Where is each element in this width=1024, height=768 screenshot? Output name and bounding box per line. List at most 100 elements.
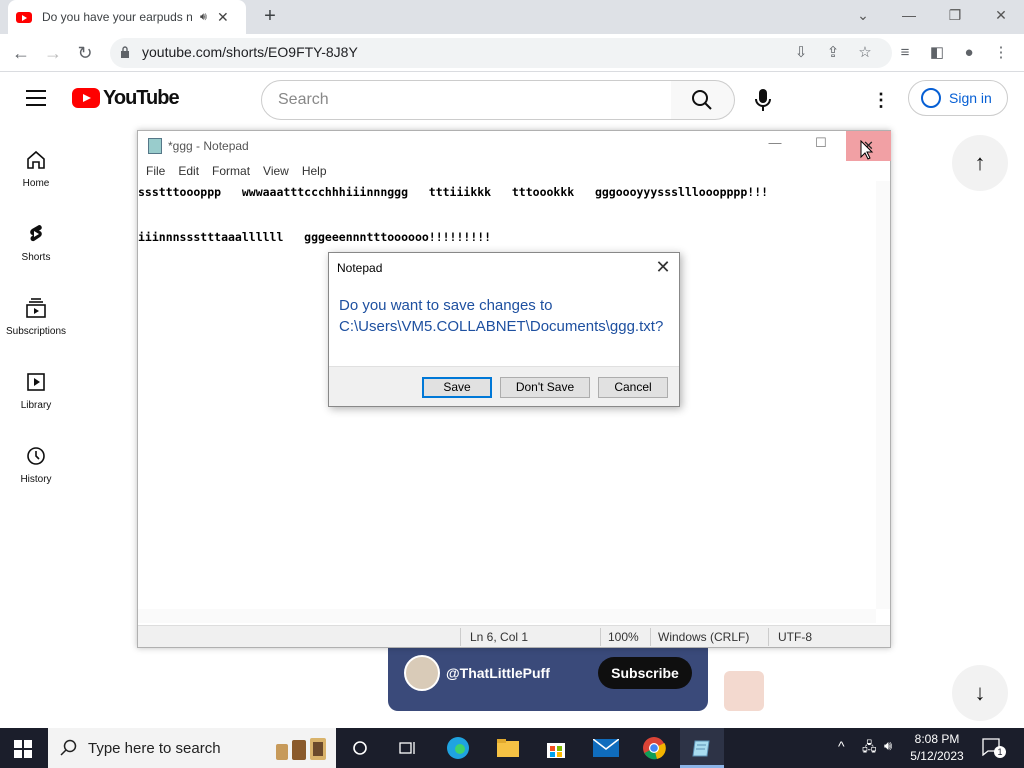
taskbar-notepad[interactable] (680, 728, 724, 768)
dialog-message-line1: Do you want to save changes to (339, 297, 553, 314)
bookmark-star-icon[interactable]: ☆ (854, 42, 876, 64)
notepad-maximize-button[interactable]: ☐ (806, 135, 836, 157)
task-view-icon-button[interactable] (386, 728, 430, 768)
tab-title: Do you have your earpuds n (42, 10, 192, 24)
youtube-logo-text[interactable]: YouTube (103, 87, 180, 110)
folder-icon (497, 739, 519, 757)
volume-icon[interactable]: 🔊︎ (884, 738, 892, 754)
dialog-title: Notepad (337, 261, 383, 275)
share-icon[interactable]: ⇪ (822, 42, 844, 64)
windows-taskbar: Type here to search ^ 🖧︎ 🔊︎ 8:08 PM 5/12… (0, 728, 1024, 768)
shorts-icon (30, 225, 42, 242)
speaker-icon[interactable]: 🔊︎ (200, 11, 207, 24)
windows-start-icon[interactable] (14, 740, 32, 758)
tab-close-icon[interactable]: ✕ (217, 9, 229, 26)
settings-more-icon[interactable]: ⋮ (872, 90, 890, 110)
address-bar[interactable]: youtube.com/shorts/EO9FTY-8J8Y ⇩ ⇪ ☆ (110, 38, 892, 68)
notepad-title: *ggg - Notepad (168, 139, 249, 153)
save-button[interactable]: Save (422, 377, 492, 398)
status-zoom: 100% (608, 630, 639, 644)
task-view-button[interactable] (338, 728, 382, 768)
browser-close-button[interactable]: ✕ (981, 4, 1021, 28)
reload-icon[interactable]: ↻ (74, 42, 96, 64)
notepad-menubar: File Edit Format View Help (138, 161, 890, 181)
taskbar-clock[interactable]: 8:08 PM 5/12/2023 (906, 731, 968, 765)
tray-chevron-icon[interactable]: ^ (838, 738, 845, 754)
sign-in-label: Sign in (949, 90, 992, 106)
menu-help[interactable]: Help (302, 161, 327, 181)
tab-search-icon[interactable]: ⌄ (843, 4, 883, 28)
sidebar-item-history[interactable]: History (0, 444, 72, 504)
taskbar-store[interactable] (534, 728, 578, 768)
browser-minimize-button[interactable]: — (889, 4, 929, 28)
search-input[interactable]: Search (261, 80, 672, 120)
dont-save-button[interactable]: Don't Save (500, 377, 590, 398)
dialog-close-icon[interactable]: ✕ (649, 257, 677, 279)
short-video-overlay: @ThatLittlePuff Subscribe (388, 647, 708, 711)
vertical-scrollbar[interactable] (876, 181, 890, 609)
sidebar-item-library[interactable]: Library (0, 370, 72, 430)
notepad-titlebar[interactable]: *ggg - Notepad — ☐ ✕ (138, 131, 891, 161)
search-button[interactable] (671, 80, 735, 120)
youtube-header: YouTube Search ⋮ Sign in (0, 72, 1024, 128)
channel-name[interactable]: @ThatLittlePuff (446, 665, 550, 681)
sidebar-label: Home (22, 178, 50, 189)
back-icon[interactable]: ← (10, 42, 32, 64)
network-icon[interactable]: 🖧︎ (862, 738, 877, 760)
sidebar-item-shorts[interactable]: Shorts (0, 222, 72, 282)
audio-thumbnail[interactable] (724, 671, 764, 711)
sidebar-label: Subscriptions (5, 326, 67, 337)
sidebar-item-subscriptions[interactable]: Subscriptions (0, 296, 72, 356)
profile-icon[interactable]: ● (958, 42, 980, 64)
sidebar-item-home[interactable]: Home (0, 148, 72, 208)
menu-edit[interactable]: Edit (178, 161, 199, 181)
browser-tab-strip: Do you have your earpuds n 🔊︎ ✕ + ⌄ — ❐ … (0, 0, 1024, 34)
lock-icon (121, 46, 129, 58)
taskbar-edge[interactable] (436, 728, 480, 768)
taskbar-chrome[interactable] (632, 728, 676, 768)
media-control-icon[interactable]: ≡ (894, 42, 916, 64)
forward-icon[interactable]: → (42, 42, 64, 64)
notepad-icon (692, 740, 710, 756)
cortana-icon (353, 741, 367, 755)
menu-file[interactable]: File (146, 161, 165, 181)
notepad-minimize-button[interactable]: — (760, 135, 790, 157)
chrome-menu-icon[interactable]: ⋮ (990, 42, 1012, 64)
status-encoding: UTF-8 (778, 630, 812, 644)
account-icon (921, 88, 941, 108)
taskbar-file-explorer[interactable] (486, 728, 530, 768)
notification-center-button[interactable]: 1 (982, 738, 1006, 758)
browser-tab[interactable]: Do you have your earpuds n 🔊︎ ✕ (8, 0, 246, 34)
cancel-button[interactable]: Cancel (598, 377, 668, 398)
sidebar-label: Library (20, 400, 52, 411)
search-icon (692, 90, 712, 110)
sign-in-button[interactable]: Sign in (908, 80, 1008, 116)
taskbar-mail[interactable] (584, 728, 628, 768)
new-tab-button[interactable]: + (260, 5, 280, 27)
browser-restore-button[interactable]: ❐ (935, 4, 975, 28)
youtube-favicon-icon (16, 11, 32, 23)
library-icon (27, 373, 45, 391)
search-highlight-lanterns-icon[interactable] (268, 732, 332, 764)
install-icon[interactable]: ⇩ (790, 42, 812, 64)
clock-time: 8:08 PM (914, 732, 960, 746)
side-panel-icon[interactable]: ◧ (926, 42, 948, 64)
youtube-logo-icon[interactable] (72, 88, 100, 108)
save-changes-dialog: Notepad ✕ Do you want to save changes to… (328, 252, 680, 407)
store-icon (547, 743, 565, 758)
hamburger-menu-icon[interactable] (26, 90, 46, 106)
menu-format[interactable]: Format (212, 161, 250, 181)
horizontal-scrollbar[interactable] (138, 609, 876, 623)
task-view-icon (399, 742, 415, 754)
subscribe-button[interactable]: Subscribe (598, 657, 692, 689)
channel-avatar[interactable] (404, 655, 440, 691)
dialog-message: Do you want to save changes to C:\Users\… (339, 295, 669, 337)
status-divider (650, 628, 651, 646)
clock-date: 5/12/2023 (910, 749, 964, 763)
scroll-down-button[interactable]: ↓ (952, 665, 1008, 721)
status-divider (768, 628, 769, 646)
url-text[interactable]: youtube.com/shorts/EO9FTY-8J8Y (142, 44, 358, 60)
menu-view[interactable]: View (263, 161, 289, 181)
microphone-icon[interactable] (752, 88, 774, 112)
scroll-up-button[interactable]: ↑ (952, 135, 1008, 191)
